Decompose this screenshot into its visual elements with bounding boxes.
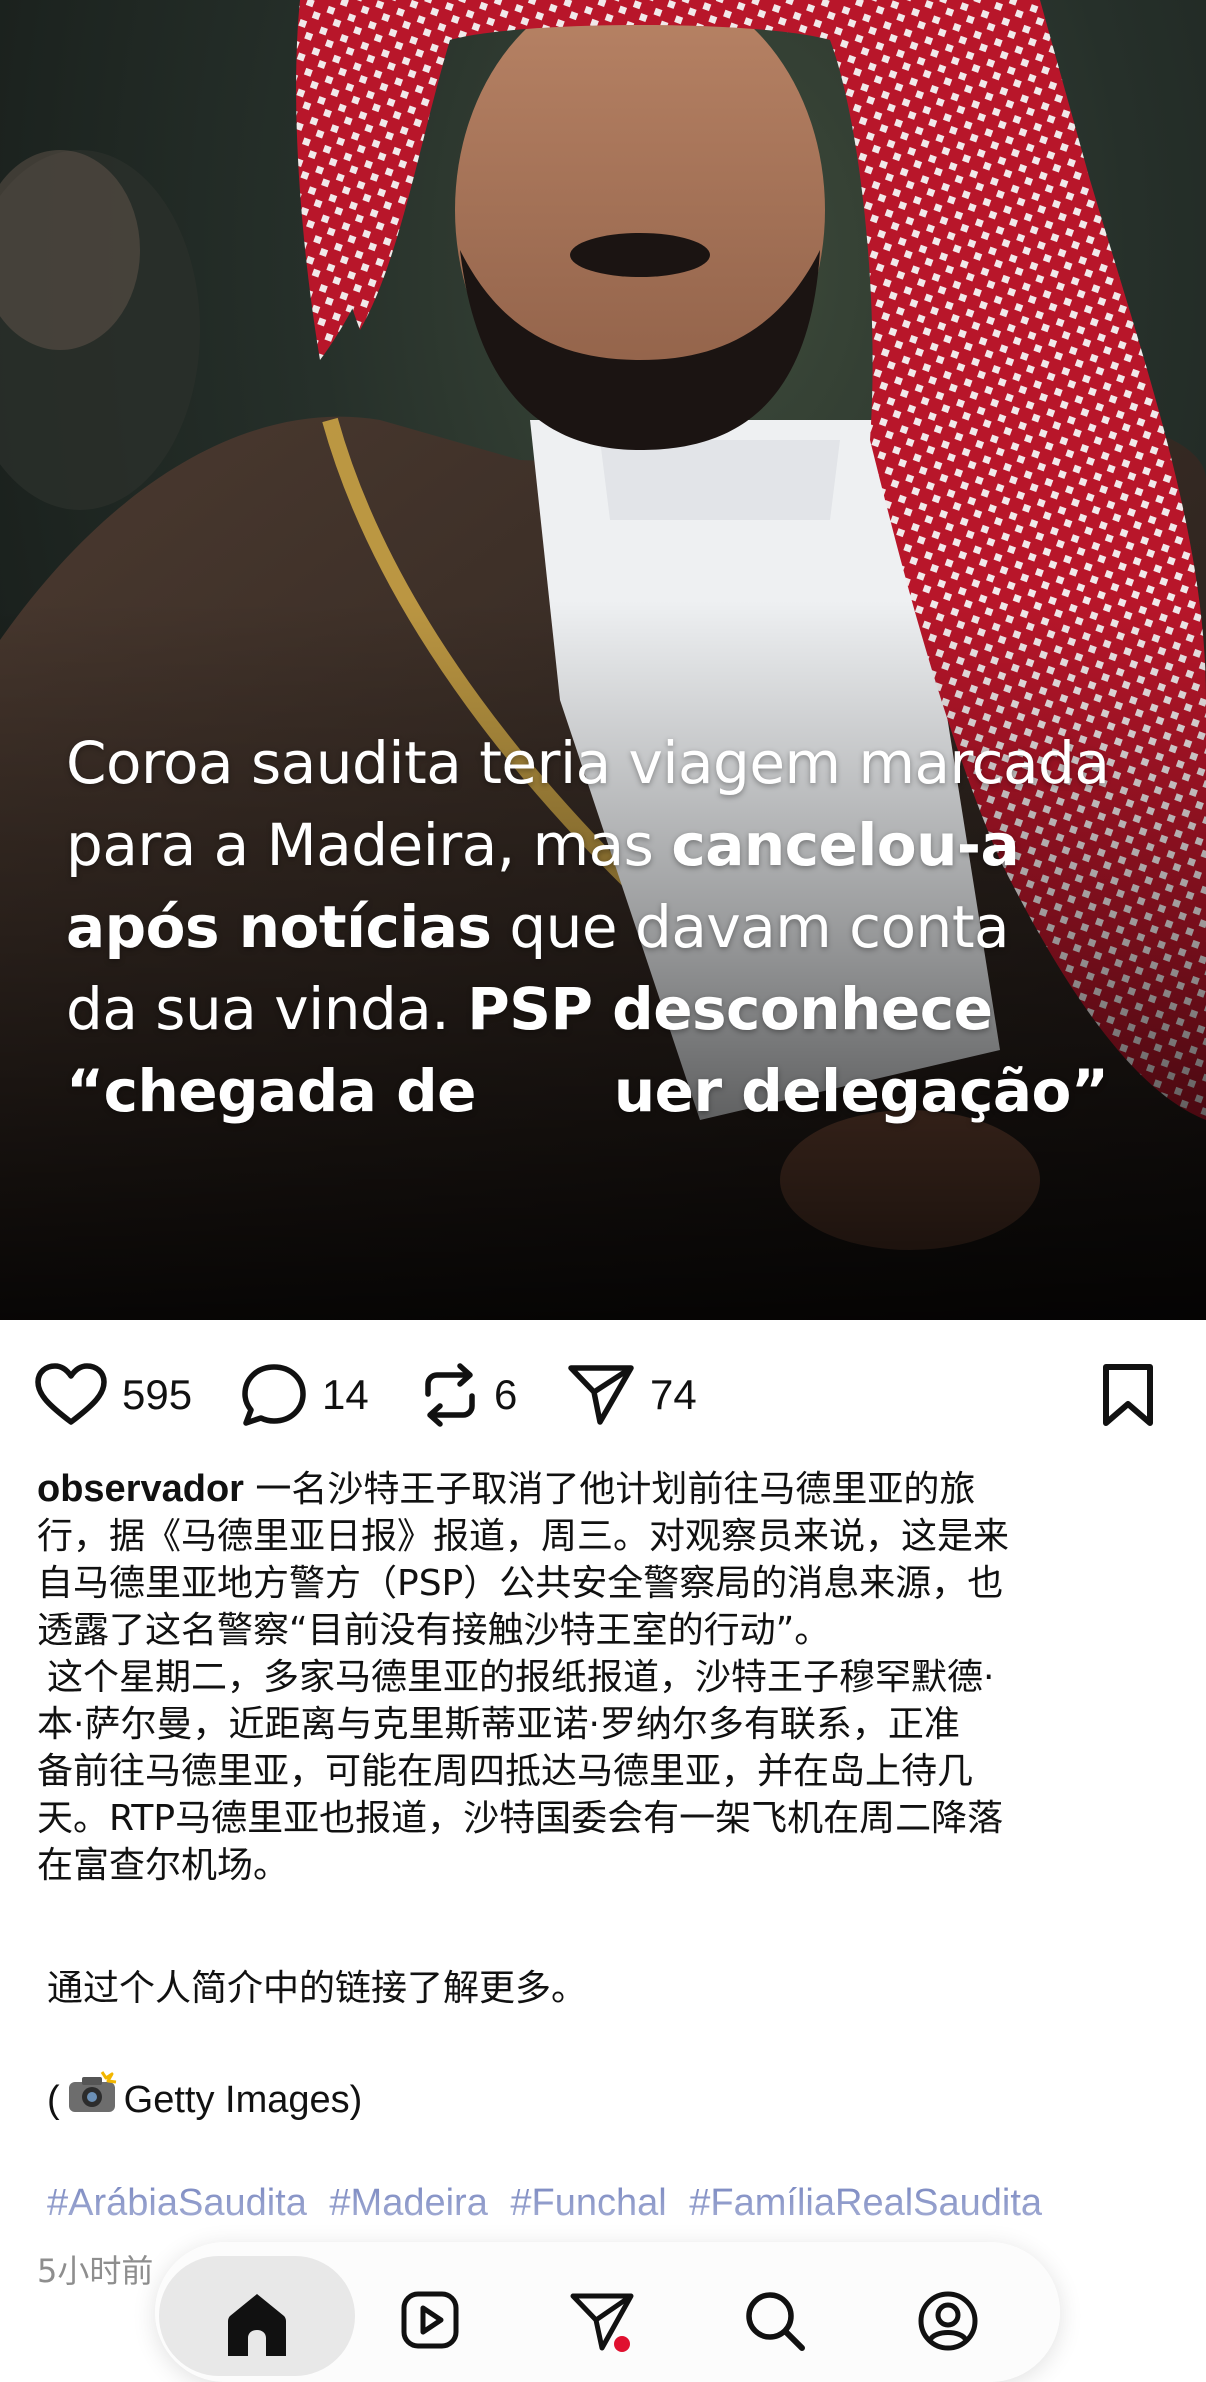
comment-button[interactable]: 14 xyxy=(240,1350,369,1440)
hashtag-list: #ArábiaSaudita #Madeira #Funchal #Famíli… xyxy=(47,2178,1054,2228)
overlay-line: Coroa saudita teria viagem marcada xyxy=(66,729,1110,797)
post-timestamp: 5小时前 xyxy=(37,2252,154,2290)
search-icon xyxy=(746,2292,805,2351)
photo-credit: ( Getty Images) xyxy=(47,2070,362,2129)
post-image[interactable]: Coroa saudita teria viagem marcada para … xyxy=(0,0,1206,1320)
paper-plane-icon xyxy=(568,1365,634,1425)
comment-count: 14 xyxy=(322,1371,369,1418)
overlay-line: “chegada de uer delegação” xyxy=(66,1057,1109,1125)
like-button[interactable]: 595 xyxy=(34,1350,192,1440)
caption-line: 天。RTP马德里亚也报道，沙特国委会有一架飞机在周二降落 xyxy=(37,1798,1004,1839)
caption-paragraph: 这个星期二，多家马德里亚的报纸报道，沙特王子穆罕默德· 本·萨尔曼，近距离与克里… xyxy=(37,1654,1177,1889)
repost-button[interactable]: 6 xyxy=(420,1350,517,1440)
caption-line: observador 一名沙特王子取消了他计划前往马德里亚的旅 xyxy=(37,1468,976,1510)
overlay-line: da sua vinda. PSP desconhece xyxy=(66,975,993,1043)
username-link[interactable]: observador xyxy=(37,1468,244,1510)
save-button[interactable] xyxy=(1100,1350,1156,1440)
caption-line: 行，据《马德里亚日报》报道，周三。对观察员来说，这是来 xyxy=(37,1516,1010,1557)
caption-cta: 通过个人简介中的链接了解更多。 xyxy=(47,1968,588,2009)
hashtag-link[interactable]: #FamíliaRealSaudita xyxy=(689,2182,1042,2224)
nav-home-tab[interactable] xyxy=(222,2290,292,2360)
caption-line: 透露了这名警察“目前没有接触沙特王室的行动”。 xyxy=(37,1610,831,1651)
like-count: 595 xyxy=(122,1371,193,1418)
repost-arrows-icon xyxy=(425,1363,475,1427)
bookmark-icon xyxy=(1103,1364,1153,1426)
caption-line: 在富查尔机场。 xyxy=(37,1845,290,1886)
nav-reels-tab[interactable] xyxy=(395,2290,465,2360)
caption-line: 本·萨尔曼，近距离与克里斯蒂亚诺·罗纳尔多有联系，正准 xyxy=(37,1704,960,1745)
nav-profile-tab[interactable] xyxy=(913,2290,983,2360)
post-caption: observador 一名沙特王子取消了他计划前往马德里亚的旅 行，据《马德里亚… xyxy=(37,1466,1177,1889)
direct-messages-icon xyxy=(570,2293,634,2352)
caption-line: 这个星期二，多家马德里亚的报纸报道，沙特王子穆罕默德· xyxy=(47,1657,995,1698)
speech-bubble-icon xyxy=(242,1364,306,1426)
share-button[interactable]: 74 xyxy=(566,1350,697,1440)
overlay-line: para a Madeira, mas cancelou-a xyxy=(66,811,1020,879)
nav-direct-messages-tab[interactable] xyxy=(568,2290,638,2360)
reels-icon xyxy=(401,2291,459,2349)
profile-icon xyxy=(918,2291,978,2351)
post-action-bar: 595 14 6 74 xyxy=(0,1350,1206,1440)
home-icon xyxy=(228,2294,286,2356)
caption-line: 备前往马德里亚，可能在周四抵达马德里亚，并在岛上待几 xyxy=(37,1751,974,1792)
camera-flash-icon xyxy=(66,2070,118,2129)
hashtag-link[interactable]: #Madeira xyxy=(329,2182,487,2224)
bottom-navigation-bar xyxy=(155,2242,1060,2382)
overlay-line: após notícias que davam conta xyxy=(66,893,1010,961)
hashtag-link[interactable]: #ArábiaSaudita xyxy=(47,2182,307,2224)
caption-line: 自马德里亚地方警方（PSP）公共安全警察局的消息来源，也 xyxy=(37,1563,1004,1604)
heart-outline-icon xyxy=(35,1363,107,1425)
caption-paragraph: observador 一名沙特王子取消了他计划前往马德里亚的旅 行，据《马德里亚… xyxy=(37,1466,1177,1654)
image-headline-overlay: Coroa saudita teria viagem marcada para … xyxy=(66,722,1176,1132)
repost-count: 6 xyxy=(494,1371,518,1418)
hashtag-link[interactable]: #Funchal xyxy=(510,2182,666,2224)
share-count: 74 xyxy=(650,1371,697,1418)
nav-search-tab[interactable] xyxy=(740,2290,810,2360)
notification-dot xyxy=(614,2336,630,2352)
